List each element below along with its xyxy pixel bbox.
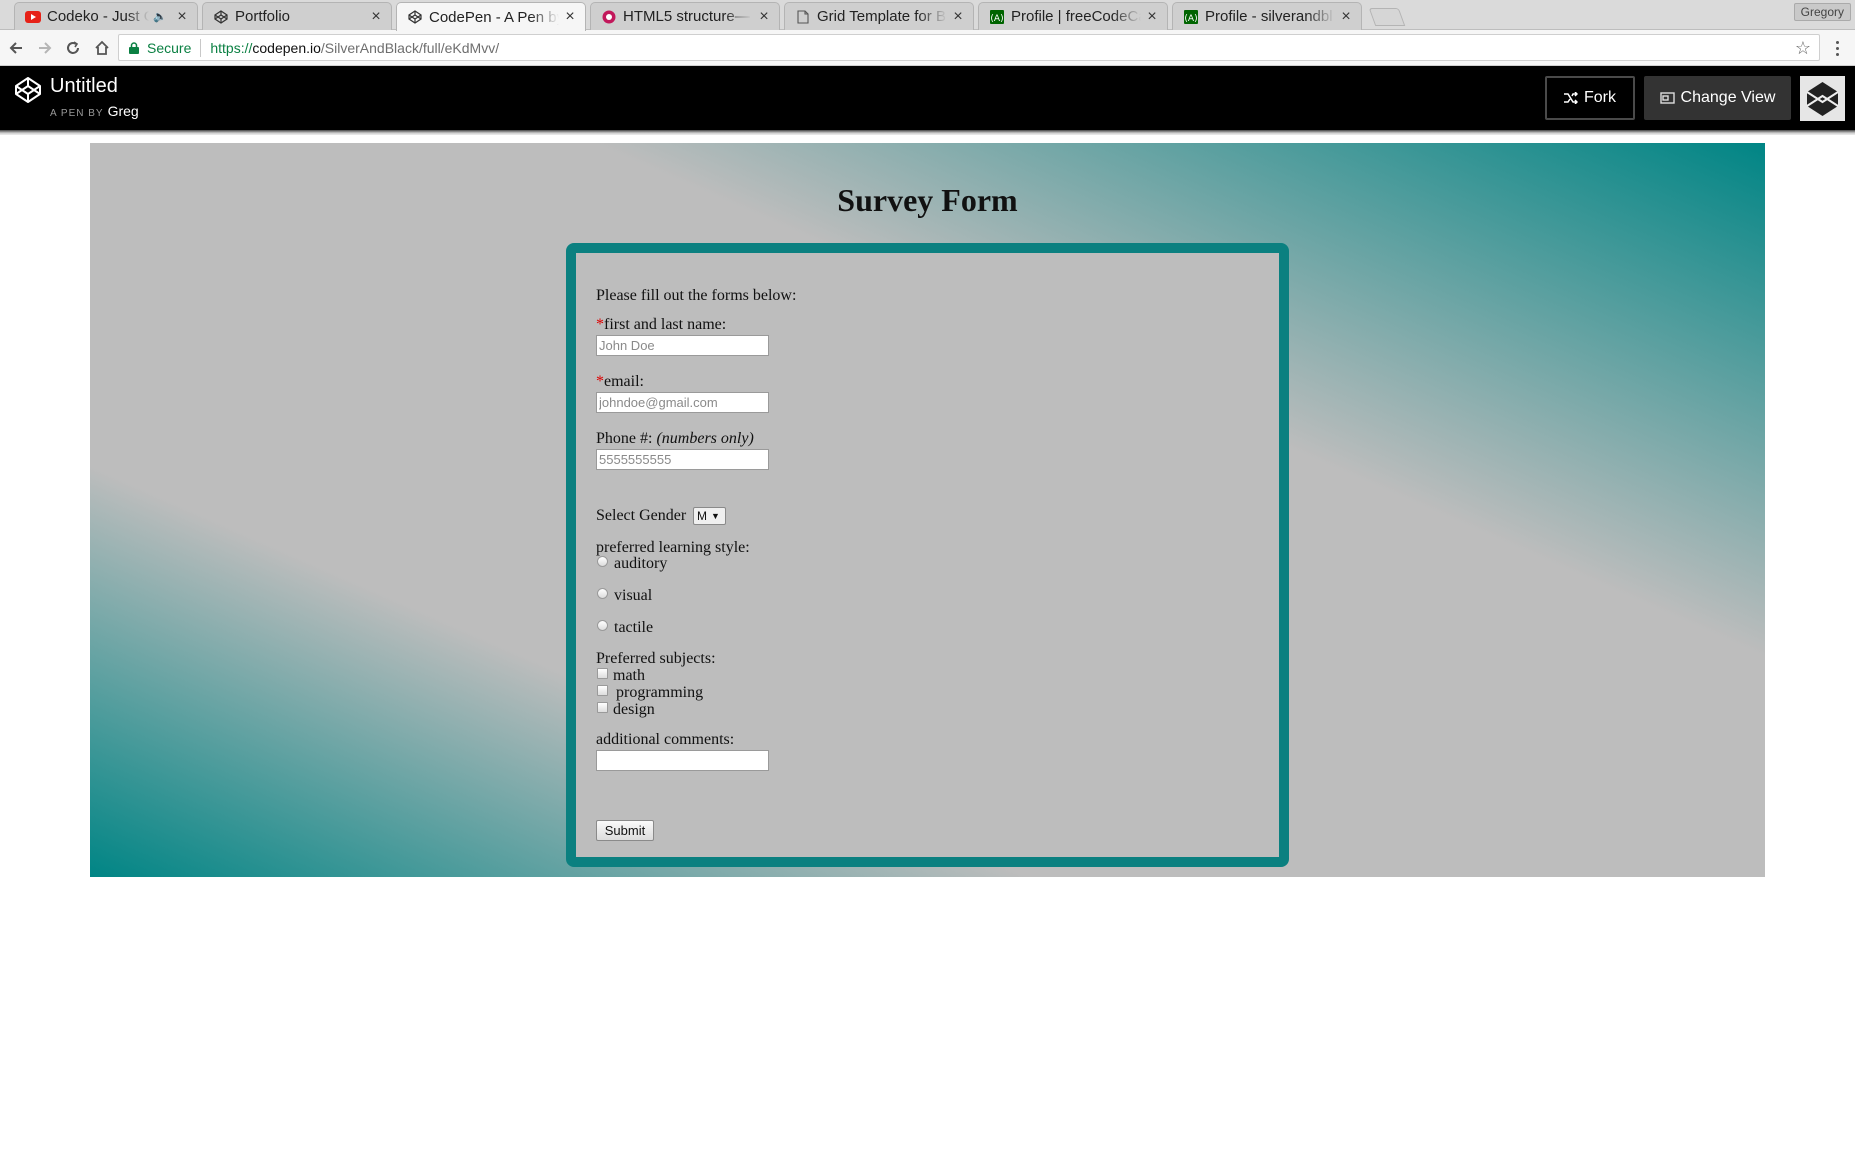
change-view-label: Change View — [1680, 89, 1776, 106]
tab-title: HTML5 structure— — [623, 8, 750, 25]
pen-byline: A PEN BY Greg — [50, 103, 139, 119]
fork-button[interactable]: Fork — [1545, 76, 1635, 120]
gender-selected-value: M — [697, 509, 707, 523]
speaker-icon[interactable]: 🔈 — [153, 10, 167, 23]
browser-tab-codeko[interactable]: Codeko - Just Go 🔈 × — [14, 2, 198, 30]
subjects-label: Preferred subjects: — [596, 650, 716, 667]
email-label: *email: — [596, 373, 644, 391]
pen-author-link[interactable]: Greg — [108, 103, 139, 119]
checkbox-math[interactable] — [597, 668, 608, 679]
browser-tab-grid-template[interactable]: Grid Template for B × — [784, 2, 974, 30]
codepen-icon — [407, 9, 423, 25]
freecodecamp-icon: (A) — [989, 9, 1005, 25]
pen-title: Untitled — [50, 75, 118, 97]
user-avatar[interactable] — [1800, 76, 1845, 121]
browser-tab-html5[interactable]: HTML5 structure— × — [590, 2, 780, 30]
home-icon[interactable] — [90, 36, 114, 60]
form-intro: Please fill out the forms below: — [596, 287, 797, 304]
browser-profile-name[interactable]: Gregory — [1793, 3, 1851, 21]
close-tab-icon[interactable]: × — [757, 8, 771, 25]
bookmark-star-icon[interactable]: ☆ — [1795, 38, 1811, 59]
header-shadow — [0, 130, 1855, 135]
radio-tactile[interactable] — [597, 620, 608, 631]
codepen-header: Untitled A PEN BY Greg Fork Change View — [0, 66, 1855, 130]
checkbox-programming[interactable] — [597, 685, 608, 696]
survey-heading: Survey Form — [837, 182, 1018, 218]
radio-visual[interactable] — [597, 588, 608, 599]
checkbox-label-programming: programming — [616, 684, 704, 701]
url-scheme: https:// — [210, 39, 253, 56]
tab-title: Codeko - Just Go — [47, 8, 149, 25]
forward-arrow-icon[interactable] — [33, 36, 57, 60]
survey-form: Please fill out the forms below: *first … — [566, 243, 1289, 867]
tab-title: Grid Template for B — [817, 8, 946, 25]
svg-text:(A): (A) — [1184, 14, 1197, 24]
url-path: /SilverAndBlack/full/eKdMvv/ — [320, 39, 500, 56]
lock-icon — [129, 41, 139, 54]
svg-text:(A): (A) — [990, 14, 1003, 24]
phone-input[interactable] — [596, 449, 769, 470]
comments-input[interactable] — [596, 750, 769, 771]
byline-prefix: A PEN BY — [50, 108, 104, 119]
tab-title: Profile | freeCodeCa — [1011, 8, 1141, 25]
tab-title: Profile - silverandbl — [1205, 8, 1333, 25]
browser-tab-freecodecamp-profile[interactable]: (A) Profile | freeCodeCa × — [978, 2, 1168, 30]
fork-label: Fork — [1584, 89, 1616, 106]
close-tab-icon[interactable]: × — [1145, 8, 1159, 25]
radio-label-visual: visual — [614, 587, 653, 604]
tab-title: CodePen - A Pen by — [429, 8, 559, 26]
comments-label: additional comments: — [596, 731, 735, 748]
browser-tab-silverandblack-profile[interactable]: (A) Profile - silverandbl × — [1172, 2, 1362, 30]
pen-preview: Survey Form Please fill out the forms be… — [90, 143, 1765, 877]
youtube-icon — [25, 9, 41, 25]
tab-title: Portfolio — [235, 8, 291, 25]
new-tab-button[interactable] — [1368, 8, 1406, 26]
radio-auditory[interactable] — [597, 556, 608, 567]
html5-icon — [601, 9, 617, 25]
reload-icon[interactable] — [61, 36, 85, 60]
close-tab-icon[interactable]: × — [175, 8, 189, 25]
back-arrow-icon[interactable] — [4, 36, 28, 60]
phone-label: Phone #: (numbers only) — [596, 430, 754, 448]
fork-icon — [1564, 92, 1578, 104]
browser-menu-icon[interactable] — [1827, 36, 1847, 60]
checkbox-label-math: math — [613, 667, 645, 684]
close-tab-icon[interactable]: × — [563, 9, 577, 25]
close-tab-icon[interactable]: × — [369, 8, 383, 25]
change-view-button[interactable]: Change View — [1644, 76, 1791, 120]
browser-tab-codepen[interactable]: CodePen - A Pen by × — [396, 2, 586, 31]
codepen-logo-icon[interactable] — [14, 76, 42, 104]
gender-select[interactable]: M ▼ — [693, 507, 726, 525]
address-bar[interactable]: Secure https://codepen.io/SilverAndBlack… — [118, 34, 1820, 61]
close-tab-icon[interactable]: × — [1339, 8, 1353, 25]
email-input[interactable] — [596, 392, 769, 413]
browser-toolbar: Secure https://codepen.io/SilverAndBlack… — [0, 30, 1855, 66]
phone-hint: (numbers only) — [656, 430, 754, 447]
close-tab-icon[interactable]: × — [951, 8, 965, 25]
change-view-icon — [1659, 92, 1675, 104]
phone-label-text: Phone #: — [596, 430, 653, 447]
checkbox-design[interactable] — [597, 702, 608, 713]
radio-label-tactile: tactile — [614, 619, 654, 636]
submit-button[interactable]: Submit — [596, 820, 654, 841]
omnibox-divider — [200, 38, 202, 57]
radio-label-auditory: auditory — [614, 555, 668, 572]
required-marker: * — [596, 316, 604, 333]
name-label: *first and last name: — [596, 316, 726, 334]
secure-label: Secure — [147, 39, 192, 56]
gender-label: Select Gender — [596, 507, 687, 524]
required-marker: * — [596, 373, 604, 390]
browser-tab-strip: Codeko - Just Go 🔈 × Portfolio × CodePen… — [0, 0, 1855, 31]
dropdown-caret-icon: ▼ — [711, 511, 720, 521]
freecodecamp-icon: (A) — [1183, 9, 1199, 25]
name-input[interactable] — [596, 335, 769, 356]
name-label-text: first and last name: — [604, 316, 727, 333]
checkbox-label-design: design — [613, 701, 655, 718]
browser-tab-portfolio[interactable]: Portfolio × — [202, 2, 392, 30]
codepen-icon — [213, 9, 229, 25]
url-host: codepen.io — [252, 39, 321, 56]
document-icon — [795, 9, 811, 25]
email-label-text: email: — [604, 373, 644, 390]
